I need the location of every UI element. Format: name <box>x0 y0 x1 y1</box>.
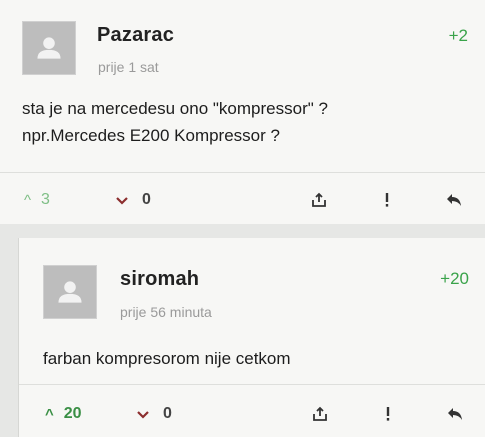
comment-author[interactable]: siromah <box>120 268 199 291</box>
comment-text: sta je na mercedesu ono "kompressor" ? n… <box>22 95 328 149</box>
user-placeholder-icon <box>23 22 75 74</box>
divider <box>0 172 485 173</box>
share-button[interactable] <box>308 402 332 426</box>
exclamation-icon <box>385 193 389 207</box>
upvote-count: 3 <box>41 191 50 208</box>
upvote-count: 20 <box>63 405 82 422</box>
downvote-count: 0 <box>163 405 172 422</box>
comment-score: +2 <box>448 26 468 45</box>
reply-arrow-icon <box>447 194 461 206</box>
reply-comment-card: siromah prije 56 minuta +20 farban kompr… <box>18 238 485 437</box>
upvote-button[interactable]: ^ 3 <box>24 180 50 220</box>
comment-timestamp: prije 56 minuta <box>120 304 212 320</box>
report-button[interactable] <box>375 188 399 212</box>
chevron-up-icon: ^ <box>45 405 54 423</box>
reply-arrow-icon <box>448 408 462 420</box>
downvote-button[interactable]: 0 <box>116 180 151 220</box>
report-button[interactable] <box>376 402 400 426</box>
reply-button[interactable] <box>442 188 466 212</box>
share-icon <box>312 192 326 207</box>
comment-actions: ^ 3 0 <box>0 180 485 220</box>
chevron-down-icon <box>137 406 149 422</box>
comment-text: farban kompresorom nije cetkom <box>43 345 291 372</box>
comment-actions: ^ 20 0 <box>19 394 485 434</box>
user-placeholder-icon <box>44 266 96 318</box>
reply-button[interactable] <box>443 402 467 426</box>
comment-timestamp: prije 1 sat <box>98 59 159 75</box>
comment-author[interactable]: Pazarac <box>97 24 174 47</box>
comment-score: +20 <box>440 269 469 288</box>
comment-card: Pazarac prije 1 sat +2 sta je na mercede… <box>0 0 485 224</box>
comment-text-line: sta je na mercedesu ono "kompressor" ? <box>22 99 328 118</box>
share-icon <box>313 406 327 421</box>
upvote-button[interactable]: ^ 20 <box>45 394 82 434</box>
avatar[interactable] <box>43 265 97 319</box>
share-button[interactable] <box>307 188 331 212</box>
exclamation-icon <box>386 407 390 421</box>
comment-text-line: npr.Mercedes E200 Kompressor ? <box>22 126 280 145</box>
downvote-button[interactable]: 0 <box>137 394 172 434</box>
divider <box>19 384 485 385</box>
comment-text-line: farban kompresorom nije cetkom <box>43 349 291 368</box>
chevron-up-icon: ^ <box>24 191 32 209</box>
chevron-down-icon <box>116 192 128 208</box>
downvote-count: 0 <box>142 191 151 208</box>
avatar[interactable] <box>22 21 76 75</box>
